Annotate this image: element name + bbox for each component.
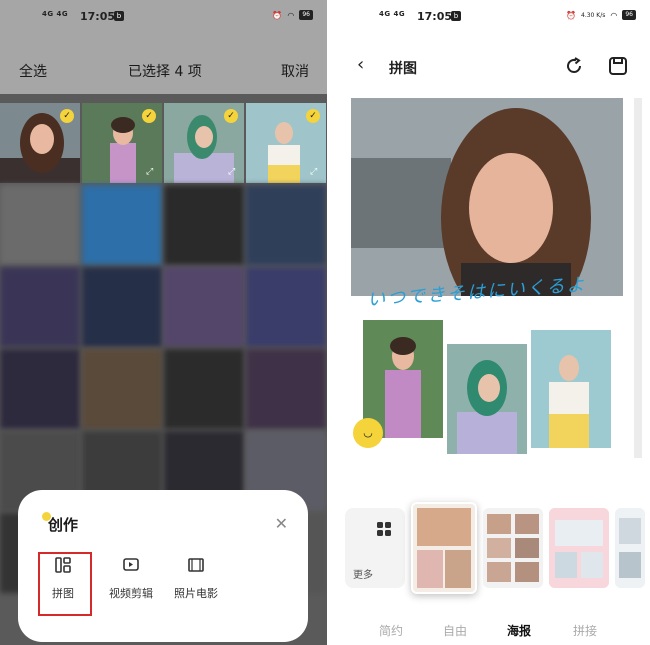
template-thumb-selected[interactable] [411,502,477,594]
photo-thumb-1[interactable]: ✓ [0,103,80,183]
create-bottom-sheet: 创作 ✕ 拼图 视频剪辑 照片电影 [18,490,308,642]
selected-check-icon[interactable]: ✓ [224,109,238,123]
template-thumb[interactable] [615,508,645,588]
grid-icon [377,522,391,536]
clock: 17:05 [417,10,453,23]
photo-thumb[interactable] [0,185,80,265]
photo-thumb[interactable] [82,349,162,429]
template-strip: 更多 [337,500,650,600]
signal-indicator: 4G 4G [42,10,69,18]
photo-thumb-2[interactable]: ✓ ⤢ [82,103,162,183]
collage-poster[interactable]: いつできそはにいくるよ ◡ [351,98,623,458]
app-notification-icon: b [114,11,124,21]
smiley-sticker-icon[interactable]: ◡ [353,418,383,448]
expand-icon[interactable]: ⤢ [310,167,320,177]
more-label: 更多 [353,570,373,581]
more-templates-button[interactable]: 更多 [345,508,405,588]
expand-icon[interactable]: ⤢ [146,167,156,177]
tab-simple[interactable]: 简约 [379,622,403,639]
wifi-icon: ◠ [610,10,618,20]
network-speed: 4.30 K/s [581,11,606,19]
tab-poster[interactable]: 海报 [507,622,531,641]
selected-check-icon[interactable]: ✓ [142,109,156,123]
expand-icon[interactable]: ⤢ [228,167,238,177]
poster-photo-3[interactable] [531,330,611,448]
clock: 17:05 [80,10,116,23]
photo-thumb[interactable] [246,185,326,265]
left-screen: 4G 4G 17:05 b ⏰ ◠ 96 全选 已选择 4 项 取消 ✓ ✓ ⤢… [0,0,327,645]
signal-indicator: 4G 4G [379,10,406,18]
collage-label: 拼图 [52,587,74,600]
selection-toolbar: 全选 已选择 4 项 取消 [0,44,327,94]
save-icon[interactable] [608,56,628,76]
selected-check-icon[interactable]: ✓ [306,109,320,123]
poster-main-photo [351,98,623,296]
video-edit-icon [123,558,139,571]
app-notification-icon: b [451,11,461,21]
tab-free[interactable]: 自由 [443,622,467,639]
back-icon[interactable]: ‹ [357,54,364,75]
template-thumb[interactable] [549,508,609,588]
photo-thumb-3[interactable]: ✓ ⤢ [164,103,244,183]
poster-photo-2[interactable] [447,344,527,454]
right-screen: 4G 4G 17:05 b ⏰ 4.30 K/s ◠ 96 ‹ 拼图 いつできそ… [337,0,650,645]
alarm-icon: ⏰ [272,10,283,20]
template-preview [549,508,609,588]
photo-thumb[interactable] [246,349,326,429]
next-page-edge [634,98,642,458]
layout-tabs: 简约 自由 海报 拼接 [337,622,650,642]
selected-count-label: 已选择 4 项 [128,64,202,80]
photo-thumb[interactable] [82,267,162,347]
template-thumb[interactable] [483,508,543,588]
photo-movie-tool-button[interactable]: 照片电影 [161,556,231,601]
photo-thumb[interactable] [164,267,244,347]
wifi-icon: ◠ [287,10,295,20]
alarm-icon: ⏰ [566,10,577,20]
status-bar: 4G 4G 17:05 b ⏰ 4.30 K/s ◠ 96 [337,0,650,34]
photo-thumb[interactable] [82,185,162,265]
refresh-icon[interactable] [564,56,584,76]
template-preview [413,504,475,592]
battery-indicator: 96 [622,10,636,20]
selected-check-icon[interactable]: ✓ [60,109,74,123]
photo-movie-label: 照片电影 [174,587,218,600]
cancel-button[interactable]: 取消 [281,61,309,81]
status-bar: 4G 4G 17:05 b ⏰ ◠ 96 [0,0,327,34]
tab-stitch[interactable]: 拼接 [573,622,597,639]
photo-thumb-4[interactable]: ✓ ⤢ [246,103,326,183]
close-icon[interactable]: ✕ [275,514,288,533]
sheet-title: 创作 [48,516,79,534]
battery-indicator: 96 [299,10,313,20]
photo-thumb[interactable] [164,185,244,265]
photo-thumb[interactable] [0,267,80,347]
photo-thumb[interactable] [164,349,244,429]
select-all-button[interactable]: 全选 [19,61,47,81]
portrait-photo [447,344,527,454]
video-edit-tool-button[interactable]: 视频剪辑 [96,556,166,601]
collage-tool-button[interactable]: 拼图 [28,556,98,601]
photo-thumb[interactable] [246,267,326,347]
collage-header: ‹ 拼图 [337,44,650,88]
photo-thumb[interactable] [0,349,80,429]
page-title: 拼图 [389,61,417,77]
video-edit-label: 视频剪辑 [109,587,153,600]
portrait-photo [531,330,611,448]
template-preview [615,508,645,588]
photo-movie-icon [188,558,204,572]
collage-icon [55,557,71,573]
template-preview [483,508,543,588]
